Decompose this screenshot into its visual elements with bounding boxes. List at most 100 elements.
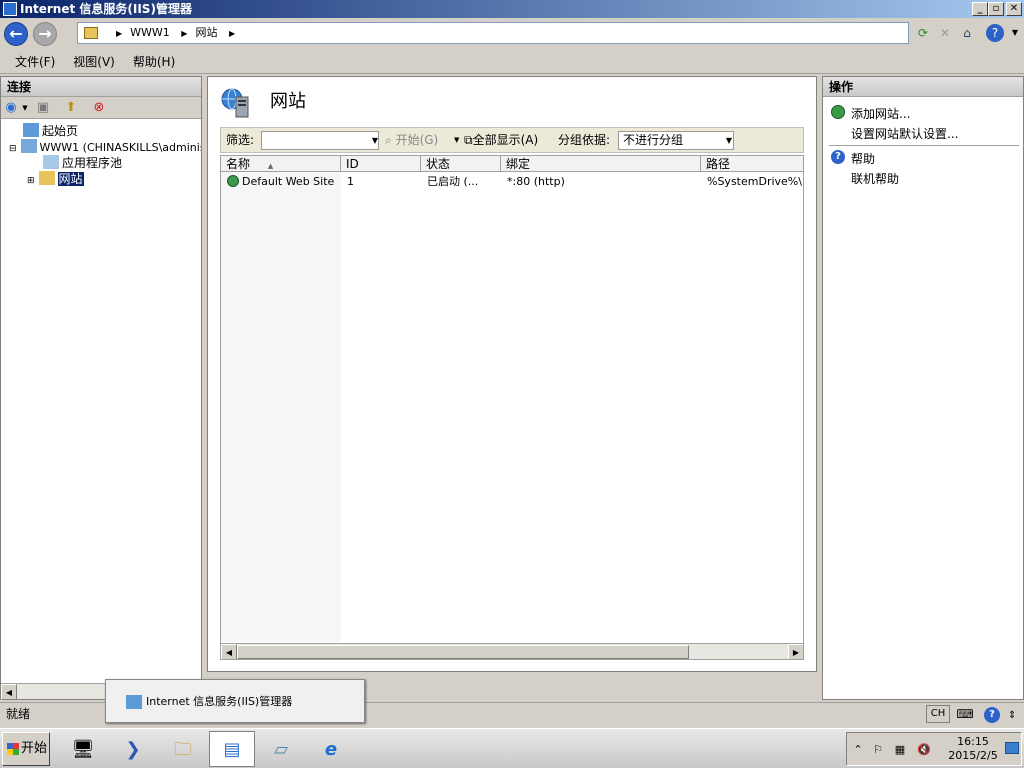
actions-divider: [829, 145, 1019, 146]
column-id[interactable]: ID: [341, 156, 421, 172]
breadcrumb-arrow-icon: ▶: [228, 29, 236, 38]
sites-list: 名称 ▲ ID 状态 绑定 路径 Default Web Site 1 已启动 …: [220, 155, 804, 660]
address-bar: ← → ▶ WWW1 ▶ 网站 ▶ ⟳ ✕ ⌂ ? ▼: [0, 18, 1024, 50]
help-dropdown-icon[interactable]: ▼: [1006, 24, 1024, 42]
iis-app-icon: [126, 695, 142, 709]
server-manager-icon[interactable]: 🖥: [60, 731, 106, 767]
explorer-icon[interactable]: 🗀: [160, 731, 206, 767]
column-binding[interactable]: 绑定: [501, 156, 701, 172]
stop-icon[interactable]: ✕: [936, 24, 954, 42]
tree-item-server[interactable]: ⊟ WWW1 (CHINASKILLS\administ: [9, 139, 201, 155]
cell-site-binding: *:80 (http): [507, 175, 565, 188]
menu-bar: 文件(F) 视图(V) 帮助(H): [0, 50, 1024, 74]
tree-item-start-page[interactable]: 起始页: [23, 123, 78, 139]
keyboard-icon[interactable]: ⌨: [954, 705, 976, 723]
list-header: 名称 ▲ ID 状态 绑定 路径: [221, 156, 803, 172]
iis-app-icon: [3, 2, 17, 16]
show-hidden-icons[interactable]: ⌃: [851, 743, 865, 757]
clock-date: 2015/2/5: [948, 749, 998, 762]
binoculars-icon: ⌕: [385, 133, 392, 147]
iis-manager-taskbar-icon[interactable]: ▤: [209, 731, 255, 767]
name-column-shade: [221, 172, 341, 642]
group-by-select[interactable]: 不进行分组: [618, 131, 734, 150]
column-name[interactable]: 名称 ▲: [221, 156, 341, 172]
back-icon[interactable]: ←: [4, 22, 28, 46]
cell-site-path: %SystemDrive%\in: [707, 175, 804, 188]
filter-dropdown-icon[interactable]: ▼: [369, 131, 381, 150]
ime-options-icon[interactable]: ⇕: [1008, 705, 1016, 727]
refresh-icon[interactable]: ⟳: [914, 24, 932, 42]
sites-page: 网站 筛选: ▼ ⌕ 开始(G) ▼ ⧉全部显示(A) 分组依据: 不进行分组 …: [207, 76, 817, 672]
home-icon[interactable]: ⌂: [958, 24, 976, 42]
start-page-icon: [23, 123, 39, 137]
clock-time: 16:15: [957, 735, 989, 748]
column-status[interactable]: 状态: [421, 156, 501, 172]
status-text: 就绪: [6, 707, 31, 721]
close-button[interactable]: ✕: [1006, 2, 1022, 16]
lang-indicator[interactable]: CH: [926, 705, 950, 723]
up-level-icon[interactable]: ⬆: [63, 100, 79, 116]
show-all-button[interactable]: ⧉全部显示(A): [464, 128, 538, 152]
start-button[interactable]: 开始: [2, 732, 50, 766]
taskbar-thumbnail-popup[interactable]: Internet 信息服务(IIS)管理器: [105, 679, 365, 723]
windows-flag-icon: [7, 743, 19, 755]
internet-explorer-icon[interactable]: e: [308, 731, 354, 767]
breadcrumb-server[interactable]: WWW1: [130, 26, 170, 39]
cell-site-name: Default Web Site: [223, 174, 341, 190]
actions-header: 操作: [823, 77, 1023, 97]
connections-toolbar: ◉ ▼ ▣ ⬆ ⊗: [1, 97, 201, 119]
window-title: Internet 信息服务(IIS)管理器: [20, 2, 192, 16]
action-center-flag-icon[interactable]: ⚐: [871, 743, 885, 757]
collapse-icon[interactable]: ⊟: [9, 144, 17, 154]
online-help-link[interactable]: 联机帮助: [851, 170, 899, 187]
expand-icon[interactable]: ⊞: [27, 176, 35, 186]
filter-label: 筛选:: [226, 133, 255, 147]
help-icon[interactable]: ?: [986, 24, 1004, 42]
show-desktop-icon[interactable]: [1005, 742, 1019, 754]
sites-globe-icon: [220, 87, 252, 119]
connect-dropdown-icon[interactable]: ▼: [17, 100, 33, 116]
filter-toolbar: 筛选: ▼ ⌕ 开始(G) ▼ ⧉全部显示(A) 分组依据: 不进行分组 ▼: [220, 127, 804, 153]
connections-tree: 起始页 ⊟ WWW1 (CHINASKILLS\administ 应用程序池 ⊞ 网…: [1, 119, 201, 679]
connections-panel: 连接 ◉ ▼ ▣ ⬆ ⊗ 起始页 ⊟ WWW1 (CHINASKILLS\admi…: [0, 76, 202, 700]
connections-header: 连接: [1, 77, 201, 97]
breadcrumb-sites[interactable]: 网站: [195, 26, 217, 39]
breadcrumb[interactable]: ▶ WWW1 ▶ 网站 ▶: [77, 22, 909, 44]
sort-ascending-icon: ▲: [267, 162, 274, 170]
scroll-left-icon[interactable]: ◀: [1, 684, 17, 700]
sites-icon: [38, 171, 55, 185]
add-website-link[interactable]: 添加网站...: [851, 105, 910, 122]
breadcrumb-arrow-icon: ▶: [116, 29, 123, 38]
menu-help[interactable]: 帮助(H): [124, 50, 184, 74]
group-dropdown-icon[interactable]: ▼: [723, 131, 735, 150]
network-icon[interactable]: ▦: [893, 743, 907, 757]
start-filter-button[interactable]: ⌕ 开始(G): [385, 128, 438, 152]
column-path[interactable]: 路径: [701, 156, 803, 172]
tree-item-sites[interactable]: ⊞ 网站: [27, 171, 84, 187]
scroll-left-icon[interactable]: ◀: [221, 644, 237, 659]
maximize-button[interactable]: ▫: [988, 2, 1004, 16]
clock[interactable]: 16:15 2015/2/5: [945, 735, 1001, 763]
menu-file[interactable]: 文件(F): [6, 50, 64, 74]
menu-view[interactable]: 视图(V): [64, 50, 124, 74]
volume-muted-icon[interactable]: 🔇: [917, 743, 931, 757]
start-dropdown-icon[interactable]: ▼: [454, 128, 459, 152]
site-defaults-link[interactable]: 设置网站默认设置...: [851, 125, 958, 142]
title-bar[interactable]: Internet 信息服务(IIS)管理器 _ ▫ ✕: [0, 0, 1024, 18]
save-icon[interactable]: ▣: [35, 100, 51, 116]
app-pool-icon: [43, 155, 59, 169]
list-hscroll[interactable]: ◀ ▶: [221, 643, 803, 659]
ime-help-icon[interactable]: ?: [984, 707, 1000, 723]
system-tray: ⌃ ⚐ ▦ 🔇 16:15 2015/2/5: [846, 732, 1022, 766]
scroll-thumb[interactable]: [237, 645, 689, 659]
filter-input[interactable]: [261, 131, 379, 150]
minimize-button[interactable]: _: [972, 2, 988, 16]
server-icon: [20, 139, 37, 153]
tree-item-app-pools[interactable]: 应用程序池: [43, 155, 122, 171]
delete-connection-icon[interactable]: ⊗: [91, 100, 107, 116]
forward-icon[interactable]: →: [33, 22, 57, 46]
help-link[interactable]: 帮助: [851, 150, 875, 167]
scroll-right-icon[interactable]: ▶: [788, 644, 803, 659]
powershell-icon[interactable]: ❯: [110, 731, 156, 767]
notepad-icon[interactable]: ▱: [258, 731, 304, 767]
